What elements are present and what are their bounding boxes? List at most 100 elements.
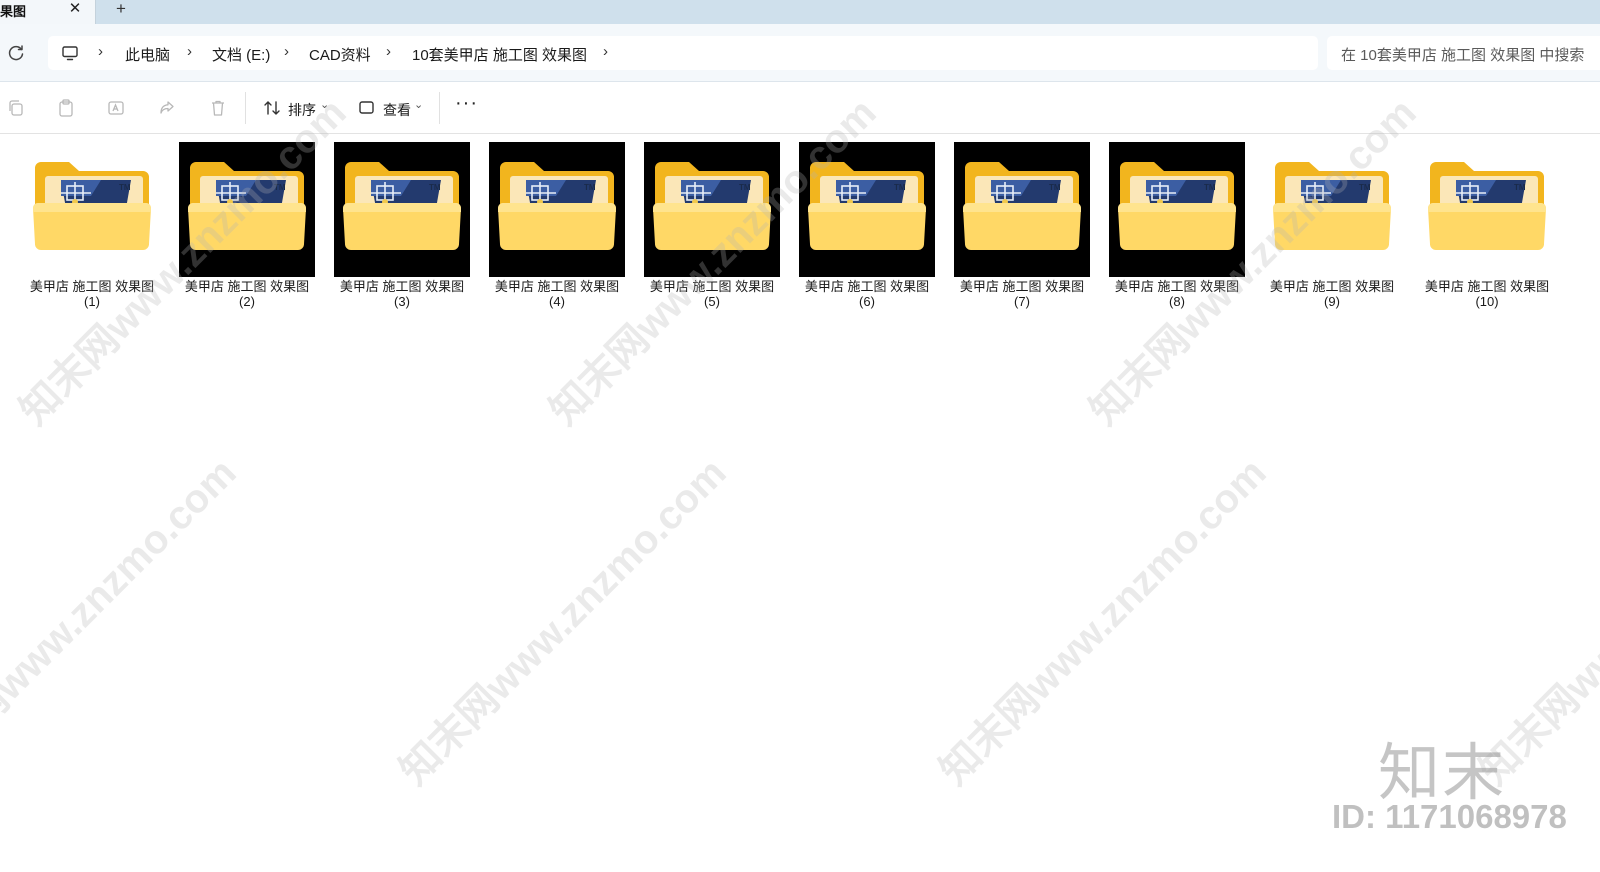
sort-button[interactable]: 排序 ⌄ xyxy=(262,96,332,120)
folder-item[interactable]: TM 美甲店 施工图 效果图 (9) xyxy=(1264,142,1400,317)
watermark-id: ID: 1171068978 xyxy=(1332,798,1567,835)
folder-name: 美甲店 施工图 效果图 (4) xyxy=(483,279,631,309)
file-grid: TM 美甲店 施工图 效果图 (1) TM 美甲店 施工图 效果图 (2) TM 美甲店 施工… xyxy=(0,135,1600,872)
autocad-folder-icon: TM xyxy=(188,162,306,250)
folder-name: 美甲店 施工图 效果图 (7) xyxy=(948,279,1096,309)
breadcrumb-drive-e[interactable]: 文档 (E:) xyxy=(212,44,270,65)
folder-thumbnail: TM xyxy=(1264,142,1400,277)
folder-thumbnail: TM xyxy=(334,142,470,277)
rename-icon[interactable] xyxy=(106,98,126,118)
folder-name-index: (6) xyxy=(859,294,875,309)
folder-name-index: (8) xyxy=(1169,294,1185,309)
breadcrumb-separator[interactable]: › xyxy=(98,43,103,60)
autocad-folder-icon: TM xyxy=(1273,162,1391,250)
svg-text:TM: TM xyxy=(1514,183,1526,192)
breadcrumb-current-folder[interactable]: 10套美甲店 施工图 效果图 xyxy=(412,44,587,65)
folder-item[interactable]: TM 美甲店 施工图 效果图 (6) xyxy=(799,142,935,317)
folder-name-index: (4) xyxy=(549,294,565,309)
search-placeholder: 在 10套美甲店 施工图 效果图 中搜索 xyxy=(1341,47,1585,64)
folder-name-index: (1) xyxy=(84,294,100,309)
folder-name-text: 美甲店 施工图 效果图 xyxy=(339,279,465,294)
computer-icon[interactable] xyxy=(61,44,79,62)
sort-label: 排序 xyxy=(288,102,316,118)
delete-icon[interactable] xyxy=(208,98,228,118)
breadcrumb-separator[interactable]: › xyxy=(284,43,289,60)
command-bar: 排序 ⌄ 查看 ⌄ ··· xyxy=(0,82,1600,134)
refresh-icon[interactable] xyxy=(6,43,26,63)
toolbar-divider xyxy=(245,92,246,124)
folder-name-text: 美甲店 施工图 效果图 xyxy=(959,279,1085,294)
search-input[interactable]: 在 10套美甲店 施工图 效果图 中搜索 xyxy=(1327,36,1600,70)
folder-name-index: (5) xyxy=(704,294,720,309)
breadcrumb-this-pc[interactable]: 此电脑 xyxy=(125,44,170,65)
svg-text:TM: TM xyxy=(119,183,131,192)
folder-item[interactable]: TM 美甲店 施工图 效果图 (10) xyxy=(1419,142,1555,317)
svg-text:TM: TM xyxy=(739,183,751,192)
folder-item[interactable]: TM 美甲店 施工图 效果图 (3) xyxy=(334,142,470,317)
autocad-folder-icon: TM xyxy=(498,162,616,250)
svg-text:TM: TM xyxy=(1049,183,1061,192)
breadcrumb-separator[interactable]: › xyxy=(187,43,192,60)
folder-name: 美甲店 施工图 效果图 (10) xyxy=(1413,279,1561,309)
folder-item[interactable]: TM 美甲店 施工图 效果图 (8) xyxy=(1109,142,1245,317)
more-options-button[interactable]: ··· xyxy=(455,92,478,115)
folder-thumbnail: TM xyxy=(644,142,780,277)
svg-text:TM: TM xyxy=(1204,183,1216,192)
autocad-folder-icon: TM xyxy=(343,162,461,250)
svg-text:TM: TM xyxy=(894,183,906,192)
folder-name: 美甲店 施工图 效果图 (1) xyxy=(18,279,166,309)
autocad-folder-icon: TM xyxy=(1118,162,1236,250)
autocad-folder-icon: TM xyxy=(1428,162,1546,250)
folder-name-text: 美甲店 施工图 效果图 xyxy=(1114,279,1240,294)
tab-title: 果图 xyxy=(0,4,27,19)
breadcrumb-separator[interactable]: › xyxy=(603,43,608,60)
autocad-folder-icon: TM xyxy=(33,162,151,250)
sort-icon xyxy=(264,101,280,115)
folder-thumbnail: TM xyxy=(1419,142,1555,277)
folder-name-text: 美甲店 施工图 效果图 xyxy=(804,279,930,294)
svg-text:TM: TM xyxy=(429,183,441,192)
folder-name: 美甲店 施工图 效果图 (2) xyxy=(173,279,321,309)
folder-name: 美甲店 施工图 效果图 (6) xyxy=(793,279,941,309)
folder-item[interactable]: TM 美甲店 施工图 效果图 (2) xyxy=(179,142,315,317)
folder-item[interactable]: TM 美甲店 施工图 效果图 (7) xyxy=(954,142,1090,317)
copy-icon[interactable] xyxy=(6,98,26,118)
tab-current-folder[interactable]: 果图 ✕ xyxy=(0,0,96,24)
svg-text:TM: TM xyxy=(274,183,286,192)
folder-name: 美甲店 施工图 效果图 (3) xyxy=(328,279,476,309)
toolbar-divider xyxy=(439,92,440,124)
folder-name-text: 美甲店 施工图 效果图 xyxy=(29,279,155,294)
tab-strip: 果图 ✕ + xyxy=(0,0,1600,24)
folder-item[interactable]: TM 美甲店 施工图 效果图 (5) xyxy=(644,142,780,317)
view-button[interactable]: 查看 ⌄ xyxy=(357,96,427,120)
folder-thumbnail: TM xyxy=(489,142,625,277)
folder-item[interactable]: TM 美甲店 施工图 效果图 (4) xyxy=(489,142,625,317)
new-tab-button[interactable]: + xyxy=(114,0,128,18)
chevron-down-icon: ⌄ xyxy=(320,99,330,111)
svg-text:TM: TM xyxy=(584,183,596,192)
svg-text:TM: TM xyxy=(1359,183,1371,192)
folder-thumbnail: TM xyxy=(24,142,160,277)
folder-item[interactable]: TM 美甲店 施工图 效果图 (1) xyxy=(24,142,160,317)
view-label: 查看 xyxy=(383,102,411,118)
folder-name-index: (9) xyxy=(1324,294,1340,309)
breadcrumb-separator[interactable]: › xyxy=(386,43,391,60)
view-icon xyxy=(359,101,374,114)
folder-name-text: 美甲店 施工图 效果图 xyxy=(1269,279,1395,294)
paste-icon[interactable] xyxy=(56,98,76,118)
folder-name-text: 美甲店 施工图 效果图 xyxy=(1424,279,1550,294)
share-icon[interactable] xyxy=(157,98,177,118)
chevron-down-icon: ⌄ xyxy=(414,99,424,111)
folder-thumbnail: TM xyxy=(799,142,935,277)
address-row: › 此电脑 › 文档 (E:) › CAD资料 › 10套美甲店 施工图 效果图… xyxy=(0,24,1600,82)
folder-name: 美甲店 施工图 效果图 (9) xyxy=(1258,279,1406,309)
folder-name-index: (10) xyxy=(1475,294,1499,309)
close-tab-icon[interactable]: ✕ xyxy=(68,0,82,18)
folder-name-index: (2) xyxy=(239,294,255,309)
breadcrumb-cad-folder[interactable]: CAD资料 xyxy=(309,44,371,65)
folder-name-text: 美甲店 施工图 效果图 xyxy=(184,279,310,294)
address-bar[interactable]: › 此电脑 › 文档 (E:) › CAD资料 › 10套美甲店 施工图 效果图… xyxy=(48,36,1318,70)
folder-thumbnail: TM xyxy=(179,142,315,277)
folder-thumbnail: TM xyxy=(1109,142,1245,277)
autocad-folder-icon: TM xyxy=(963,162,1081,250)
